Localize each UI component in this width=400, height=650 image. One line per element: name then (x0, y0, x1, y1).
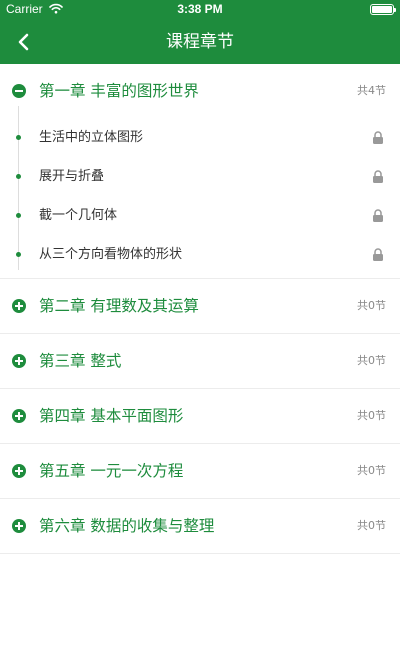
section-item[interactable]: 截一个几何体 (0, 196, 400, 235)
chapter-section-count: 共4节 (357, 84, 386, 97)
chapter-item: 第五章 一元一次方程 共0节 (0, 444, 400, 499)
chapter-title: 第三章 整式 (39, 352, 122, 370)
chapter-section-count: 共0节 (357, 464, 386, 477)
status-time: 3:38 PM (177, 2, 223, 16)
chapter-header[interactable]: 第二章 有理数及其运算 共0节 (0, 279, 400, 333)
section-item[interactable]: 展开与折叠 (0, 157, 400, 196)
chapter-header[interactable]: 第三章 整式 共0节 (0, 334, 400, 388)
section-item[interactable]: 从三个方向看物体的形状 (0, 235, 400, 274)
status-bar: Carrier 3:38 PM (0, 0, 400, 20)
chapter-section-count: 共0节 (357, 299, 386, 312)
section-title: 截一个几何体 (39, 208, 118, 223)
chapter-list: 第一章 丰富的图形世界 共4节生活中的立体图形 展开与折叠截一个几何体从三个方向看物… (0, 64, 400, 554)
lock-icon (372, 131, 384, 144)
collapse-icon (12, 84, 26, 98)
section-title: 从三个方向看物体的形状 (39, 247, 183, 262)
lock-icon (372, 170, 384, 183)
chapter-section-count: 共0节 (357, 354, 386, 367)
page-title: 课程章节 (166, 32, 234, 52)
chapter-title: 第四章 基本平面图形 (39, 407, 184, 425)
chapter-title: 第六章 数据的收集与整理 (39, 517, 215, 535)
chapter-section-count: 共0节 (357, 519, 386, 532)
section-list: 生活中的立体图形 展开与折叠截一个几何体从三个方向看物体的形状 (0, 106, 400, 278)
chapter-item: 第四章 基本平面图形 共0节 (0, 389, 400, 444)
chapter-title: 第一章 丰富的图形世界 (39, 82, 199, 100)
expand-icon (12, 299, 26, 313)
battery-icon (370, 4, 396, 15)
section-title: 展开与折叠 (39, 169, 105, 184)
expand-icon (12, 464, 26, 478)
chapter-item: 第一章 丰富的图形世界 共4节生活中的立体图形 展开与折叠截一个几何体从三个方向看物… (0, 64, 400, 279)
chevron-left-icon (18, 33, 29, 51)
chapter-header[interactable]: 第六章 数据的收集与整理 共0节 (0, 499, 400, 553)
bullet-dot-icon (16, 174, 21, 179)
chapter-item: 第二章 有理数及其运算 共0节 (0, 279, 400, 334)
chapter-header[interactable]: 第五章 一元一次方程 共0节 (0, 444, 400, 498)
lock-icon (372, 248, 384, 261)
chapter-title: 第五章 一元一次方程 (39, 462, 184, 480)
section-item[interactable]: 生活中的立体图形 (0, 118, 400, 157)
expand-icon (12, 519, 26, 533)
bullet-dot-icon (16, 252, 21, 257)
back-button[interactable] (8, 26, 40, 58)
bullet-dot-icon (16, 213, 21, 218)
chapter-item: 第三章 整式 共0节 (0, 334, 400, 389)
navigation-bar: 课程章节 (0, 20, 400, 64)
chapter-title: 第二章 有理数及其运算 (39, 297, 199, 315)
chapter-section-count: 共0节 (357, 409, 386, 422)
bullet-dot-icon (16, 135, 21, 140)
chapter-header[interactable]: 第四章 基本平面图形 共0节 (0, 389, 400, 443)
expand-icon (12, 354, 26, 368)
section-title: 生活中的立体图形 (39, 130, 144, 145)
lock-icon (372, 209, 384, 222)
chapter-item: 第六章 数据的收集与整理 共0节 (0, 499, 400, 554)
expand-icon (12, 409, 26, 423)
chapter-header[interactable]: 第一章 丰富的图形世界 共4节 (0, 64, 400, 118)
app-header: Carrier 3:38 PM 课程章节 (0, 0, 400, 64)
